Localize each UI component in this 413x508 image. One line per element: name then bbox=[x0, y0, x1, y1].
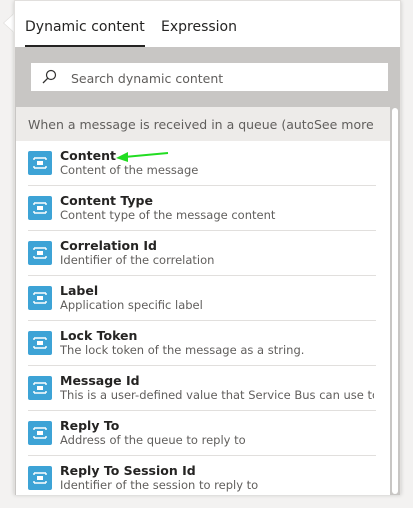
item-title: Content bbox=[60, 148, 116, 163]
item-description: Identifier of the session to reply to bbox=[60, 478, 259, 492]
search-icon bbox=[42, 69, 57, 84]
popover-caret bbox=[4, 14, 14, 32]
item-description: The lock token of the message as a strin… bbox=[60, 343, 305, 357]
search-input[interactable] bbox=[69, 63, 383, 93]
item-description: Application specific label bbox=[60, 298, 203, 312]
trigger-section-header: When a message is received in a queue (a… bbox=[16, 107, 390, 141]
item-description: Address of the queue to reply to bbox=[60, 433, 246, 447]
item-description: Content of the message bbox=[60, 163, 199, 177]
item-title: Reply To Session Id bbox=[60, 463, 196, 478]
dynamic-content-panel: Dynamic content Expression When a messag… bbox=[0, 0, 413, 508]
list-item[interactable]: Content Content of the message bbox=[28, 141, 376, 186]
service-bus-message-icon bbox=[28, 241, 52, 265]
trigger-title: When a message is received in a queue (a… bbox=[28, 117, 313, 132]
search-box[interactable] bbox=[30, 62, 389, 93]
item-description: Content type of the message content bbox=[60, 208, 276, 222]
list-item[interactable]: Correlation Id Identifier of the correlat… bbox=[28, 231, 376, 276]
item-title: Message Id bbox=[60, 373, 140, 388]
item-description: This is a user-defined value that Servic… bbox=[60, 388, 374, 402]
item-title: Lock Token bbox=[60, 328, 138, 343]
item-title: Label bbox=[60, 283, 99, 298]
list-item[interactable]: Message Id This is a user-defined value t… bbox=[28, 366, 376, 411]
see-more-link[interactable]: See more bbox=[314, 117, 374, 132]
service-bus-message-icon bbox=[28, 331, 52, 355]
green-arrow-icon bbox=[116, 152, 169, 162]
list-item[interactable]: Reply To Session Id Identifier of the ses… bbox=[28, 456, 376, 495]
service-bus-message-icon bbox=[28, 466, 52, 490]
item-title: Content Type bbox=[60, 193, 153, 208]
tab-dynamic-content[interactable]: Dynamic content bbox=[25, 15, 145, 47]
content-area: When a message is received in a queue (a… bbox=[15, 47, 400, 495]
popover-card: Dynamic content Expression When a messag… bbox=[14, 0, 401, 495]
list-item[interactable]: Content Type Content type of the message … bbox=[28, 186, 376, 231]
dynamic-content-list: When a message is received in a queue (a… bbox=[16, 107, 390, 495]
item-title: Correlation Id bbox=[60, 238, 157, 253]
service-bus-message-icon bbox=[28, 151, 52, 175]
service-bus-message-icon bbox=[28, 196, 52, 220]
scrollbar[interactable] bbox=[391, 107, 399, 495]
items-list: Content Content of the message Content Typ… bbox=[16, 141, 390, 495]
scrollbar-thumb[interactable] bbox=[392, 108, 398, 494]
list-item[interactable]: Label Application specific label bbox=[28, 276, 376, 321]
item-description: Identifier of the correlation bbox=[60, 253, 215, 267]
service-bus-message-icon bbox=[28, 286, 52, 310]
service-bus-message-icon bbox=[28, 421, 52, 445]
item-title: Reply To bbox=[60, 418, 120, 433]
service-bus-message-icon bbox=[28, 376, 52, 400]
list-item[interactable]: Lock Token The lock token of the message … bbox=[28, 321, 376, 366]
list-item[interactable]: Reply To Address of the queue to reply to bbox=[28, 411, 376, 456]
tab-expression[interactable]: Expression bbox=[161, 15, 237, 45]
